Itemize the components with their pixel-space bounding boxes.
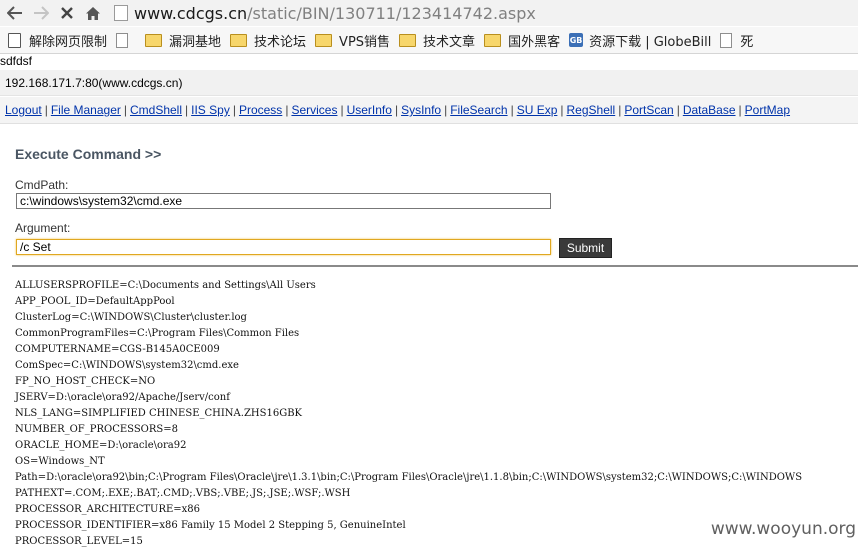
menu-link-process[interactable]: Process [239,103,282,117]
submit-button[interactable]: Submit [559,238,612,258]
bookmark-item[interactable]: GB 资源下载 | GlobeBill [569,31,711,50]
bookmark-folder[interactable]: VPS销售 [315,31,390,50]
command-output: ALLUSERSPROFILE=C:\Documents and Setting… [15,278,802,550]
menu-link-regshell[interactable]: RegShell [567,103,616,117]
bookmark-item[interactable]: 解除网页限制 [8,31,107,50]
folder-icon [399,33,417,47]
stop-loading-icon[interactable] [56,2,78,24]
url-path: /static/BIN/130711/123414742.aspx [247,3,536,23]
bookmark-folder[interactable]: 技术论坛 [230,31,306,50]
bookmark-label: 解除网页限制 [29,34,108,50]
bookmark-folder[interactable]: 技术文章 [399,31,475,50]
output-line: PATHEXT=.COM;.EXE;.BAT;.CMD;.VBS;.VBE;.J… [15,488,351,499]
page-icon [114,5,128,21]
argument-input[interactable]: /c Set [16,239,551,255]
shell-menu: Logout | File Manager | CmdShell | IIS Spy |… [0,97,858,124]
menu-link-file-manager[interactable]: File Manager [51,103,121,117]
folder-icon [145,33,163,47]
divider [12,265,858,267]
menu-link-filesearch[interactable]: FileSearch [450,103,507,117]
folder-icon [315,33,333,47]
output-line: APP_POOL_ID=DefaultAppPool [15,296,175,307]
output-line: Path=D:\oracle\ora92\bin;C:\Program File… [15,472,803,483]
bookmarks-bar: 解除网页限制 漏洞基地 技术论坛 VPS销售 技术文章 国外黑客 GB 资源下载… [0,27,858,54]
menu-link-su-exp[interactable]: SU Exp [517,103,558,117]
output-line: OS=Windows_NT [15,456,105,467]
bookmark-item[interactable]: 死 [720,31,753,50]
bookmark-label: 技术文章 [423,34,476,50]
folder-icon [484,33,502,47]
output-line: ALLUSERSPROFILE=C:\Documents and Setting… [15,280,316,291]
bookmark-folder[interactable]: 国外黑客 [484,31,560,50]
menu-link-portmap[interactable]: PortMap [745,103,790,117]
output-line: ORACLE_HOME=D:\oracle\ora92 [15,440,187,451]
cmdpath-label: CmdPath: [15,178,69,192]
server-info: 192.168.171.7:80(www.cdcgs.cn) [5,75,183,90]
bookmark-label: 技术论坛 [254,34,307,50]
forward-arrow-icon[interactable] [30,2,52,24]
output-line: FP_NO_HOST_CHECK=NO [15,376,156,387]
bookmarklet-icon [8,32,21,48]
menu-link-userinfo[interactable]: UserInfo [347,103,392,117]
output-line: JSERV=D:\oracle\ora92/Apache/Jserv/conf [15,392,230,403]
menu-link-cmdshell[interactable]: CmdShell [130,103,182,117]
menu-link-database[interactable]: DataBase [683,103,736,117]
folder-icon [230,33,248,47]
output-line: ComSpec=C:\WINDOWS\system32\cmd.exe [15,360,239,371]
url-host: www.cdcgs.cn [134,3,248,23]
output-line: PROCESSOR_LEVEL=15 [15,536,143,547]
bookmark-label: 漏洞基地 [169,34,222,50]
bookmark-label: VPS销售 [339,34,391,50]
bookmark-item[interactable] [116,32,136,48]
output-line: PROCESSOR_IDENTIFIER=x86 Family 15 Model… [15,520,406,531]
section-title: Execute Command >> [15,146,162,162]
cmdpath-input[interactable]: c:\windows\system32\cmd.exe [16,193,551,209]
menu-link-sysinfo[interactable]: SysInfo [401,103,441,117]
output-line: COMPUTERNAME=CGS-B145A0CE009 [15,344,220,355]
bookmark-folder[interactable]: 漏洞基地 [145,31,221,50]
browser-toolbar: www.cdcgs.cn/static/BIN/130711/123414742… [0,0,858,26]
argument-label: Argument: [15,221,71,235]
bookmark-label: 资源下载 | GlobeBill [589,34,712,50]
bookmark-label: 国外黑客 [508,34,561,50]
output-line: PROCESSOR_ARCHITECTURE=x86 [15,504,201,515]
server-info-bar: 192.168.171.7:80(www.cdcgs.cn) [0,70,858,96]
output-line: ClusterLog=C:\WINDOWS\Cluster\cluster.lo… [15,312,247,323]
menu-link-portscan[interactable]: PortScan [624,103,673,117]
output-line: NLS_LANG=SIMPLIFIED CHINESE_CHINA.ZHS16G… [15,408,303,419]
bookmark-label: 死 [740,34,754,50]
output-line: NUMBER_OF_PROCESSORS=8 [15,424,178,435]
top-text: sdfdsf [0,54,33,68]
menu-link-iis-spy[interactable]: IIS Spy [191,103,230,117]
back-arrow-icon[interactable] [4,2,26,24]
page-icon [720,32,733,48]
globebill-icon: GB [569,33,584,47]
watermark: www.wooyun.org [706,519,856,539]
menu-link-logout[interactable]: Logout [5,103,42,117]
address-bar[interactable]: www.cdcgs.cn/static/BIN/130711/123414742… [114,1,536,25]
output-line: CommonProgramFiles=C:\Program Files\Comm… [15,328,300,339]
home-icon[interactable] [82,2,104,24]
menu-link-services[interactable]: Services [291,103,337,117]
page-icon [116,32,129,48]
